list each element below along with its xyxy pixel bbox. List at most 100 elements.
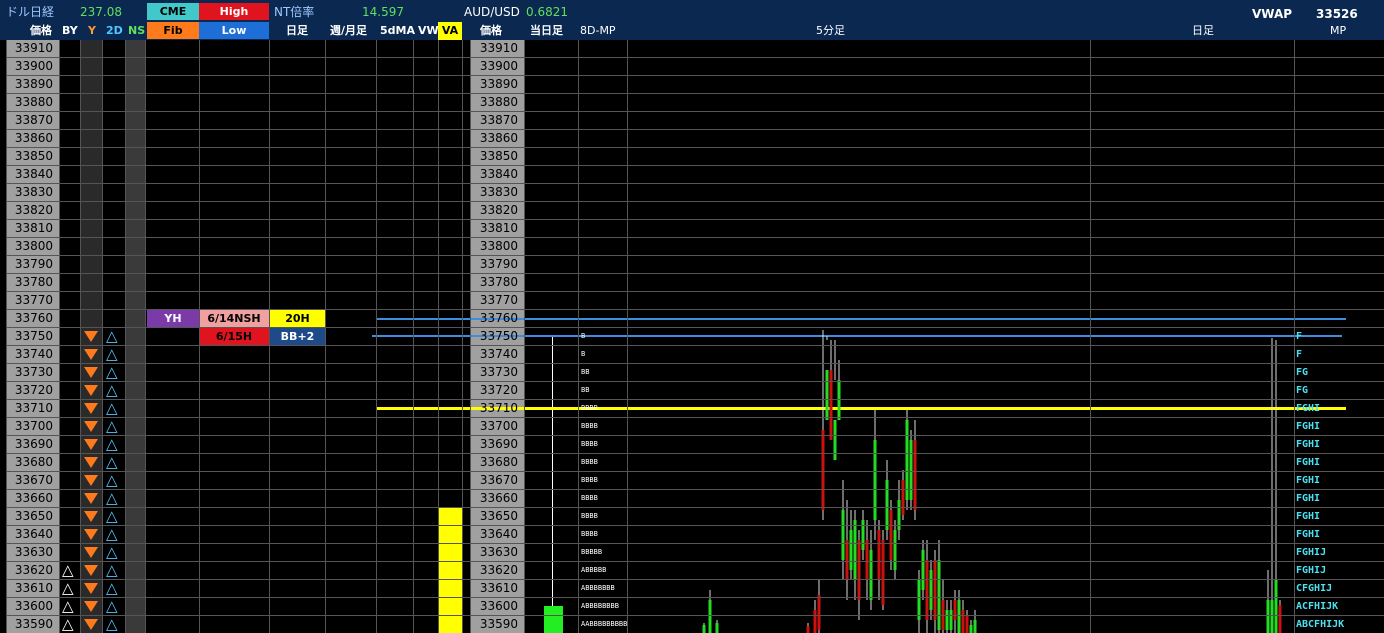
- price-cell-2[interactable]: 33590: [470, 616, 524, 633]
- price-cell[interactable]: 33780: [6, 274, 59, 291]
- price-cell[interactable]: 33840: [6, 166, 59, 183]
- price-row: 33610 33610 △ △ ABBBBBBB CFGHIJ: [0, 580, 1384, 598]
- by-up-triangle-icon: △: [62, 579, 74, 597]
- price-cell[interactable]: 33690: [6, 436, 59, 453]
- nt-ratio-value: 14.597: [362, 5, 404, 19]
- price-cell[interactable]: 33860: [6, 130, 59, 147]
- cme-button[interactable]: CME: [147, 3, 199, 20]
- price-cell[interactable]: 33680: [6, 454, 59, 471]
- price-cell-2[interactable]: 33780: [470, 274, 524, 291]
- price-cell-2[interactable]: 33770: [470, 292, 524, 309]
- by-up-triangle-icon: △: [62, 561, 74, 579]
- price-cell-2[interactable]: 33860: [470, 130, 524, 147]
- price-cell[interactable]: 33830: [6, 184, 59, 201]
- price-cell-2[interactable]: 33840: [470, 166, 524, 183]
- price-row: 33710 33710 △ BBBB FGHI: [0, 400, 1384, 418]
- col-daily: 日足: [286, 24, 308, 37]
- price-cell[interactable]: 33740: [6, 346, 59, 363]
- audusd-value: 0.6821: [526, 5, 568, 19]
- price-cell-2[interactable]: 33850: [470, 148, 524, 165]
- price-cell-2[interactable]: 33630: [470, 544, 524, 561]
- price-cell[interactable]: 33810: [6, 220, 59, 237]
- price-cell-2[interactable]: 33620: [470, 562, 524, 579]
- high-button[interactable]: High: [199, 3, 269, 20]
- price-row: 33740 33740 △ B F: [0, 346, 1384, 364]
- col-price-2: 価格: [480, 24, 502, 37]
- instrument-value: 237.08: [80, 5, 122, 19]
- price-cell[interactable]: 33790: [6, 256, 59, 273]
- column-divider: [199, 40, 200, 633]
- price-cell[interactable]: 33750: [6, 328, 59, 345]
- price-cell[interactable]: 33650: [6, 508, 59, 525]
- price-cell-2[interactable]: 33740: [470, 346, 524, 363]
- column-divider: [59, 40, 60, 633]
- price-cell[interactable]: 33590: [6, 616, 59, 633]
- price-cell[interactable]: 33760: [6, 310, 59, 327]
- price-cell-2[interactable]: 33820: [470, 202, 524, 219]
- price-cell[interactable]: 33900: [6, 58, 59, 75]
- price-cell-2[interactable]: 33910: [470, 40, 524, 57]
- price-row: 33730 33730 △ BB FG: [0, 364, 1384, 382]
- col-weekly-monthly: 週/月足: [330, 24, 368, 37]
- price-cell-2[interactable]: 33900: [470, 58, 524, 75]
- price-cell[interactable]: 33850: [6, 148, 59, 165]
- price-cell[interactable]: 33770: [6, 292, 59, 309]
- price-cell[interactable]: 33700: [6, 418, 59, 435]
- price-cell-2[interactable]: 33880: [470, 94, 524, 111]
- price-cell-2[interactable]: 33800: [470, 238, 524, 255]
- column-divider: [80, 40, 81, 633]
- price-cell-2[interactable]: 33640: [470, 526, 524, 543]
- price-cell-2[interactable]: 33830: [470, 184, 524, 201]
- column-divider: [376, 40, 377, 633]
- y-down-triangle-icon: [84, 601, 98, 612]
- price-cell[interactable]: 33670: [6, 472, 59, 489]
- price-cell-2[interactable]: 33730: [470, 364, 524, 381]
- price-cell[interactable]: 33910: [6, 40, 59, 57]
- price-cell-2[interactable]: 33810: [470, 220, 524, 237]
- price-cell-2[interactable]: 33660: [470, 490, 524, 507]
- price-row: 33790 33790: [0, 256, 1384, 274]
- price-row: 33590 33590 △ △ AABBBBBBBBB ABCFHIJK: [0, 616, 1384, 633]
- price-cell[interactable]: 33800: [6, 238, 59, 255]
- price-cell[interactable]: 33640: [6, 526, 59, 543]
- 2d-up-triangle-icon: △: [106, 597, 118, 615]
- price-row: 33760 33760: [0, 310, 1384, 328]
- price-row: 33690 33690 △ BBBB FGHI: [0, 436, 1384, 454]
- price-cell[interactable]: 33710: [6, 400, 59, 417]
- y-down-triangle-icon: [84, 547, 98, 558]
- price-cell[interactable]: 33720: [6, 382, 59, 399]
- price-row: 33750 33750 △ B F: [0, 328, 1384, 346]
- price-cell[interactable]: 33820: [6, 202, 59, 219]
- price-cell-2[interactable]: 33610: [470, 580, 524, 597]
- fib-button[interactable]: Fib: [147, 22, 199, 39]
- price-cell-2[interactable]: 33680: [470, 454, 524, 471]
- price-cell[interactable]: 33870: [6, 112, 59, 129]
- price-cell-2[interactable]: 33790: [470, 256, 524, 273]
- price-cell[interactable]: 33880: [6, 94, 59, 111]
- price-cell[interactable]: 33600: [6, 598, 59, 615]
- 2d-up-triangle-icon: △: [106, 471, 118, 489]
- price-cell[interactable]: 33630: [6, 544, 59, 561]
- price-cell[interactable]: 33890: [6, 76, 59, 93]
- price-cell[interactable]: 33730: [6, 364, 59, 381]
- 2d-up-triangle-icon: △: [106, 615, 118, 633]
- price-cell[interactable]: 33610: [6, 580, 59, 597]
- price-cell-2[interactable]: 33600: [470, 598, 524, 615]
- price-cell-2[interactable]: 33670: [470, 472, 524, 489]
- column-divider: [438, 40, 439, 633]
- price-cell[interactable]: 33660: [6, 490, 59, 507]
- mp8d-cell: BBBB: [581, 494, 598, 502]
- price-cell[interactable]: 33620: [6, 562, 59, 579]
- price-row: 33660 33660 △ BBBB FGHI: [0, 490, 1384, 508]
- 2d-up-triangle-icon: △: [106, 525, 118, 543]
- y-down-triangle-icon: [84, 403, 98, 414]
- price-cell-2[interactable]: 33700: [470, 418, 524, 435]
- price-cell-2[interactable]: 33890: [470, 76, 524, 93]
- price-cell-2[interactable]: 33690: [470, 436, 524, 453]
- low-button[interactable]: Low: [199, 22, 269, 39]
- mp8d-cell: BB: [581, 368, 590, 376]
- column-divider: [470, 40, 471, 633]
- price-cell-2[interactable]: 33720: [470, 382, 524, 399]
- price-cell-2[interactable]: 33870: [470, 112, 524, 129]
- price-cell-2[interactable]: 33650: [470, 508, 524, 525]
